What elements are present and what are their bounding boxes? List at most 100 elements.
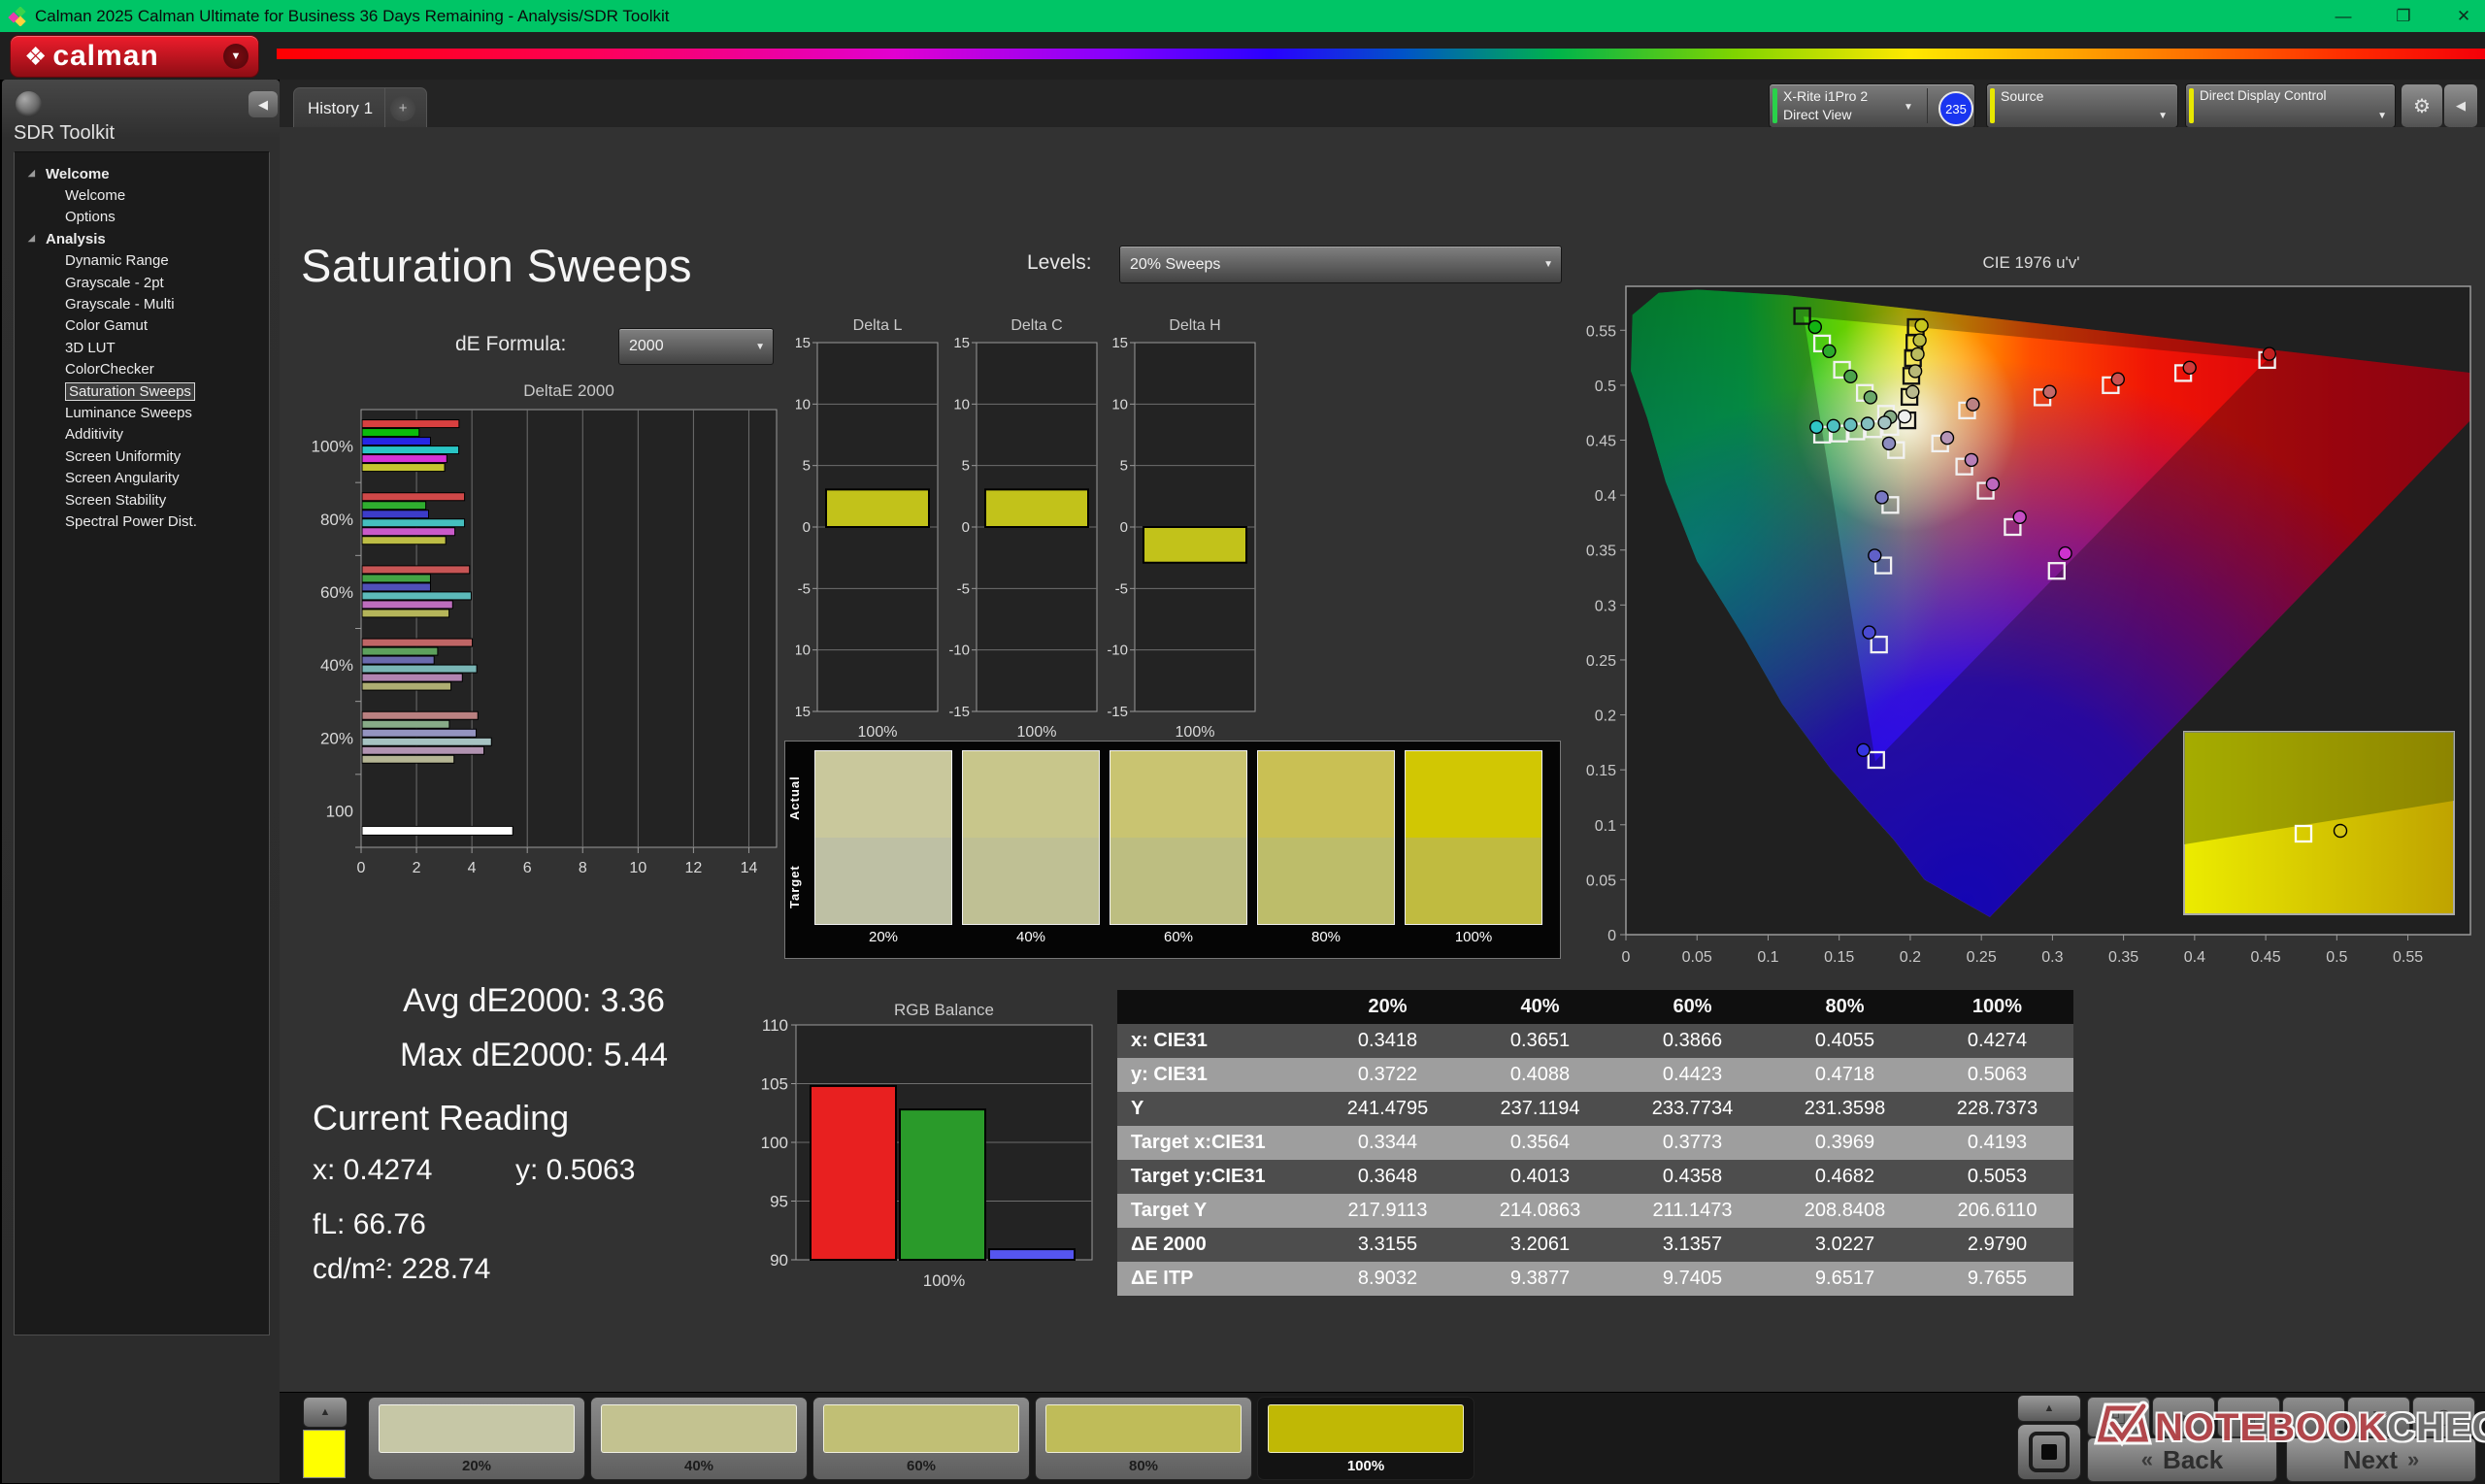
sidebar-item-grayscale-multi[interactable]: Grayscale - Multi xyxy=(15,293,269,314)
svg-text:0.4: 0.4 xyxy=(2184,949,2205,966)
svg-text:15: 15 xyxy=(953,335,970,351)
svg-text:100%: 100% xyxy=(858,724,898,741)
continuous-read-icon[interactable]: ∞ xyxy=(2282,1397,2345,1437)
svg-text:6: 6 xyxy=(523,860,532,876)
svg-text:0.5: 0.5 xyxy=(2326,949,2347,966)
svg-text:100: 100 xyxy=(761,1134,788,1152)
collapse-toolbar-icon[interactable]: ◀ xyxy=(2443,83,2478,128)
calman-menu-button[interactable]: ❖ calman ▼ xyxy=(10,35,259,78)
max-de2000: Max dE2000: 5.44 xyxy=(400,1037,668,1073)
swatch-40 xyxy=(962,750,1100,925)
add-tab-button[interactable]: + xyxy=(390,95,416,121)
svg-text:95: 95 xyxy=(770,1193,788,1211)
reading-x: x: 0.4274 xyxy=(313,1154,433,1186)
levels-label: Levels: xyxy=(1027,251,1092,274)
back-button[interactable]: « Back xyxy=(2087,1437,2277,1482)
patch-scroll-up-icon[interactable]: ▲ xyxy=(303,1397,348,1428)
svg-text:0.05: 0.05 xyxy=(1586,873,1616,889)
svg-text:-5: -5 xyxy=(1115,580,1128,597)
sidebar-item-3d-lut[interactable]: 3D LUT xyxy=(15,337,269,358)
sidebar-item-welcome[interactable]: Welcome xyxy=(15,184,269,206)
svg-text:-15: -15 xyxy=(1107,704,1128,720)
meter-select[interactable]: X-Rite i1Pro 2 Direct View ▼ 235 xyxy=(1769,83,1975,128)
patch-button-40[interactable]: 40% xyxy=(590,1397,808,1480)
sidebar-item-luminance-sweeps[interactable]: Luminance Sweeps xyxy=(15,402,269,423)
svg-text:-10: -10 xyxy=(948,643,970,659)
sidebar-item-welcome[interactable]: ◢ Welcome xyxy=(15,163,269,184)
cie-1976-chart: CIE 1976 u'v' 0 0 0.05 0.05 0.1 0.1 0.15… xyxy=(1577,247,2485,980)
deltae2000-chart: DeltaE 2000 100% 80% 60% 40% 20% 100 0 2 4 6 8 10 12 1… xyxy=(306,379,791,962)
svg-text:12: 12 xyxy=(685,860,703,876)
measurement-table: 20% 40% 60% 80% 100% x: CIE31 0.3418 0.3651 0.38… xyxy=(1117,990,2073,1296)
svg-text:-10: -10 xyxy=(796,643,811,659)
sidebar-item-color-gamut[interactable]: Color Gamut xyxy=(15,315,269,337)
patch-button-20[interactable]: 20% xyxy=(368,1397,585,1480)
svg-text:0.1: 0.1 xyxy=(1595,818,1616,835)
swatch-label: 60% xyxy=(1163,929,1194,945)
cie-chart-title: CIE 1976 u'v' xyxy=(1982,253,2080,272)
reading-fl: fL: 66.76 xyxy=(313,1208,426,1240)
actual-swatch xyxy=(1406,751,1541,838)
table-row-e-2000: ΔE 2000 3.3155 3.2061 3.1357 3.0227 2.9790 xyxy=(1117,1228,2073,1262)
sidebar-item-screen-angularity[interactable]: Screen Angularity xyxy=(15,467,269,488)
svg-text:5: 5 xyxy=(1120,458,1128,475)
stop-scroll-up-icon[interactable]: ▲ xyxy=(2017,1395,2081,1422)
svg-text:4: 4 xyxy=(468,860,477,876)
svg-text:14: 14 xyxy=(741,860,758,876)
svg-text:0.45: 0.45 xyxy=(2251,949,2281,966)
current-color-swatch xyxy=(303,1430,346,1478)
svg-text:15: 15 xyxy=(1111,335,1128,351)
sidebar-item-grayscale-2pt[interactable]: Grayscale - 2pt xyxy=(15,272,269,293)
workflow-tree: ◢ Welcome Welcome Options ◢ Analysis Dynamic R… xyxy=(14,151,270,1336)
sidebar-item-options[interactable]: Options xyxy=(15,207,269,228)
sidebar-item-additivity[interactable]: Additivity xyxy=(15,424,269,445)
source-select[interactable]: Source ▼ xyxy=(1986,83,2178,128)
target-swatch xyxy=(1406,838,1541,924)
sidebar-item-dynamic-range[interactable]: Dynamic Range xyxy=(15,250,269,272)
record-icon[interactable]: ◯ xyxy=(2412,1397,2475,1437)
svg-text:10: 10 xyxy=(953,396,970,412)
next-button[interactable]: Next » xyxy=(2286,1437,2476,1482)
swatch-80 xyxy=(1257,750,1395,925)
sidebar-item-analysis[interactable]: ◢ Analysis xyxy=(15,228,269,249)
tree-expand-icon[interactable]: ◢ xyxy=(28,168,35,179)
refresh-icon[interactable]: ↻ xyxy=(2347,1397,2410,1437)
patch-button-60[interactable]: 60% xyxy=(812,1397,1030,1480)
stop-button[interactable] xyxy=(2017,1424,2081,1480)
svg-text:0.25: 0.25 xyxy=(1967,949,1997,966)
play-icon[interactable]: ▶ xyxy=(2152,1397,2215,1437)
svg-text:0.3: 0.3 xyxy=(2041,949,2063,966)
app-icon xyxy=(8,6,26,26)
sidebar-item-screen-stability[interactable]: Screen Stability xyxy=(15,489,269,511)
display-control-select[interactable]: Direct Display Control ▼ xyxy=(2185,83,2396,128)
sidebar-item-spectral-power-dist[interactable]: Spectral Power Dist. xyxy=(15,511,269,532)
settings-gear-icon[interactable]: ⚙ xyxy=(2401,83,2443,128)
patch-button-100[interactable]: 100% xyxy=(1257,1397,1474,1480)
svg-text:-5: -5 xyxy=(957,580,970,597)
tab-history-1[interactable]: History 1 + xyxy=(293,87,427,128)
sidebar-item-screen-uniformity[interactable]: Screen Uniformity xyxy=(15,445,269,467)
avg-de2000: Avg dE2000: 3.36 xyxy=(403,982,665,1019)
svg-text:110: 110 xyxy=(762,1016,788,1035)
sidebar-item-colorchecker[interactable]: ColorChecker xyxy=(15,359,269,380)
de-formula-select[interactable]: 2000 ▼ xyxy=(618,328,774,365)
actual-swatch xyxy=(815,751,951,838)
levels-select[interactable]: 20% Sweeps ▼ xyxy=(1119,246,1562,283)
swatch-20 xyxy=(814,750,952,925)
minimize-button[interactable]: — xyxy=(2330,7,2357,26)
sidebar-collapse-icon[interactable]: ◀ xyxy=(248,91,278,117)
close-button[interactable]: ✕ xyxy=(2450,7,2477,26)
svg-text:0.35: 0.35 xyxy=(2108,949,2138,966)
svg-text:90: 90 xyxy=(770,1251,788,1270)
pattern-window-icon[interactable]: ◰ xyxy=(2087,1397,2150,1437)
svg-text:0.55: 0.55 xyxy=(1586,323,1616,340)
svg-text:0: 0 xyxy=(1607,928,1616,944)
svg-text:10: 10 xyxy=(796,396,811,412)
sidebar-item-saturation-sweeps[interactable]: Saturation Sweeps xyxy=(15,380,269,402)
svg-text:100%: 100% xyxy=(1176,724,1215,741)
sidebar-options-button[interactable] xyxy=(16,91,42,117)
read-series-icon[interactable]: ▥ xyxy=(2217,1397,2280,1437)
tree-expand-icon[interactable]: ◢ xyxy=(28,233,35,244)
restore-button[interactable]: ❐ xyxy=(2390,7,2417,26)
patch-button-80[interactable]: 80% xyxy=(1035,1397,1252,1480)
